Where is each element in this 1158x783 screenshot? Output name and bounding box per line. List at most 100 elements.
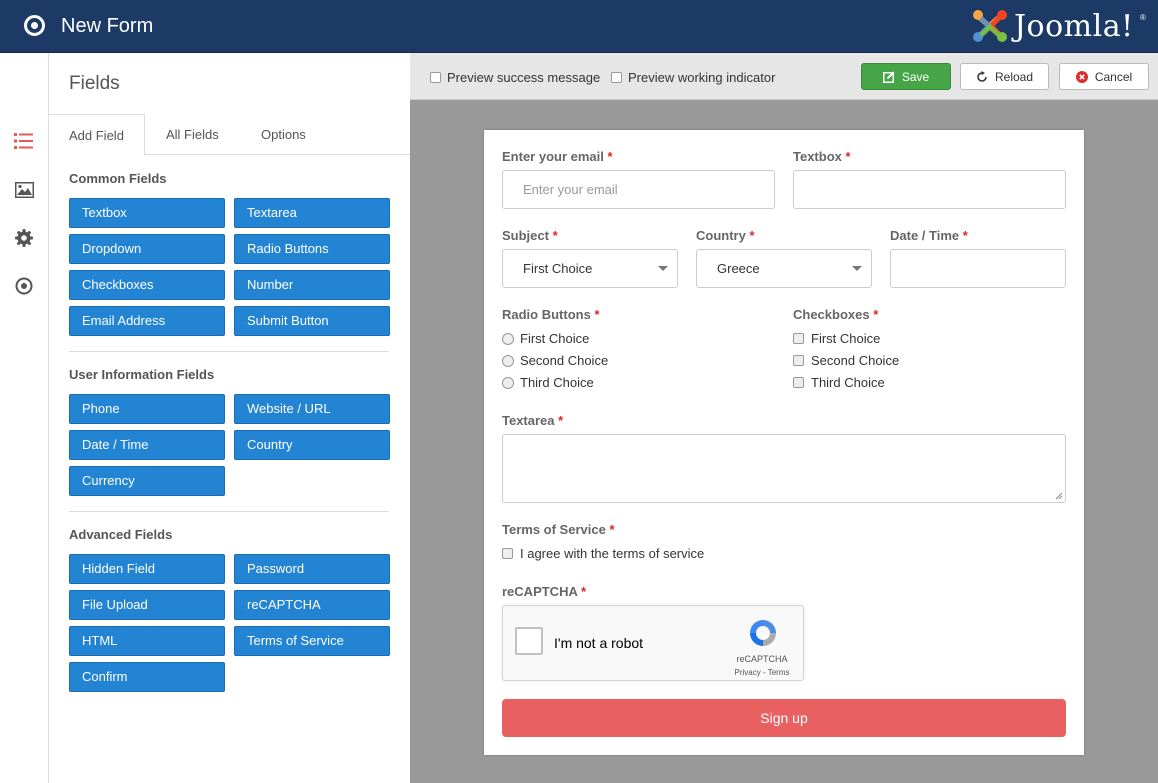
gear-icon[interactable]: [14, 228, 34, 248]
add-email-address-button[interactable]: Email Address: [69, 306, 225, 336]
edit-icon: [882, 71, 895, 83]
tos-label: Terms of Service *: [502, 522, 615, 537]
user-info-fields-title: User Information Fields: [69, 367, 215, 382]
panel-tabs: Add Field All Fields Options: [49, 114, 410, 156]
registered-mark: ®: [1140, 13, 1146, 22]
country-select[interactable]: Greece: [696, 249, 872, 288]
checkbox[interactable]: [793, 355, 804, 366]
save-label: Save: [901, 69, 930, 84]
subject-label: Subject *: [502, 228, 558, 243]
tab-all-fields[interactable]: All Fields: [146, 114, 239, 155]
textarea-label: Textarea *: [502, 413, 564, 428]
checkbox[interactable]: [793, 333, 804, 344]
form-canvas: Preview success message Preview working …: [410, 53, 1158, 783]
preview-working-toggle[interactable]: Preview working indicator: [611, 70, 775, 85]
preview-toolbar: Preview success message Preview working …: [410, 53, 1158, 100]
add-date-time-button[interactable]: Date / Time: [69, 430, 225, 460]
add-hidden-field-button[interactable]: Hidden Field: [69, 554, 225, 584]
add-website-url-button[interactable]: Website / URL: [234, 394, 390, 424]
email-label: Enter your email *: [502, 149, 613, 164]
recaptcha-label: reCAPTCHA *: [502, 584, 587, 599]
resize-handle-icon[interactable]: [1055, 492, 1063, 500]
preview-success-label: Preview success message: [447, 70, 601, 85]
radio-buttons-label: Radio Buttons *: [502, 307, 600, 322]
checkboxes-label: Checkboxes *: [793, 307, 879, 322]
page-title: New Form: [61, 15, 154, 37]
recaptcha-checkbox[interactable]: [515, 627, 543, 655]
chevron-down-icon: [852, 266, 862, 271]
add-checkboxes-button[interactable]: Checkboxes: [69, 270, 225, 300]
add-file-upload-button[interactable]: File Upload: [69, 590, 225, 620]
target-logo-icon: [24, 15, 45, 36]
refresh-icon: [977, 70, 987, 82]
datetime-input[interactable]: [890, 249, 1066, 288]
tab-add-field[interactable]: Add Field: [49, 114, 145, 156]
add-dropdown-button[interactable]: Dropdown: [69, 234, 225, 264]
recaptcha-links[interactable]: Privacy - Terms: [727, 668, 797, 677]
close-circle-icon: [1075, 70, 1088, 83]
checkbox[interactable]: [611, 72, 622, 83]
fields-panel: Fields Add Field All Fields Options Comm…: [49, 53, 410, 783]
recaptcha-widget: I'm not a robot reCAPTCHA Privacy - Term…: [502, 605, 804, 681]
reload-label: Reload: [994, 69, 1034, 84]
add-textbox-button[interactable]: Textbox: [69, 198, 225, 228]
joomla-wordmark: Joomla!: [1014, 9, 1134, 44]
checkbox[interactable]: [793, 377, 804, 388]
radio[interactable]: [502, 376, 514, 389]
form-preview: Enter your email * Enter your email Text…: [484, 130, 1084, 755]
add-recaptcha-button[interactable]: reCAPTCHA: [234, 590, 390, 620]
add-phone-button[interactable]: Phone: [69, 394, 225, 424]
add-textarea-button[interactable]: Textarea: [234, 198, 390, 228]
tab-options[interactable]: Options: [241, 114, 326, 155]
checkbox[interactable]: [502, 548, 513, 559]
recaptcha-brand: reCAPTCHA: [736, 654, 788, 664]
joomla-mark-icon: [973, 10, 1007, 42]
add-submit-button-button[interactable]: Submit Button: [234, 306, 390, 336]
recaptcha-logo-icon: [750, 620, 776, 646]
preview-success-toggle[interactable]: Preview success message: [430, 70, 600, 85]
advanced-fields-title: Advanced Fields: [69, 527, 173, 542]
datetime-label: Date / Time *: [890, 228, 968, 243]
checkbox[interactable]: [430, 72, 441, 83]
add-password-button[interactable]: Password: [234, 554, 390, 584]
add-number-button[interactable]: Number: [234, 270, 390, 300]
section-divider: [69, 351, 389, 352]
checkbox-option[interactable]: Second Choice: [793, 353, 899, 368]
section-divider: [69, 511, 389, 512]
cancel-button[interactable]: Cancel: [1059, 63, 1149, 90]
panel-title: Fields: [69, 73, 120, 94]
add-confirm-button[interactable]: Confirm: [69, 662, 225, 692]
radio-option[interactable]: Third Choice: [502, 375, 594, 390]
radio-option[interactable]: Second Choice: [502, 353, 608, 368]
textbox-label: Textbox *: [793, 149, 851, 164]
fields-list-icon[interactable]: [14, 131, 34, 151]
target-icon[interactable]: [14, 276, 34, 296]
tos-checkbox-option[interactable]: I agree with the terms of service: [502, 546, 704, 561]
joomla-logo: Joomla! ®: [970, 7, 1150, 47]
common-fields-title: Common Fields: [69, 171, 167, 186]
subject-select[interactable]: First Choice: [502, 249, 678, 288]
add-html-button[interactable]: HTML: [69, 626, 225, 656]
image-icon[interactable]: [14, 180, 34, 200]
reload-button[interactable]: Reload: [960, 63, 1049, 90]
checkbox-option[interactable]: Third Choice: [793, 375, 885, 390]
add-radio-buttons-button[interactable]: Radio Buttons: [234, 234, 390, 264]
cancel-label: Cancel: [1094, 69, 1133, 84]
preview-working-label: Preview working indicator: [628, 70, 776, 85]
radio-option[interactable]: First Choice: [502, 331, 589, 346]
save-button[interactable]: Save: [861, 63, 951, 90]
app-header: New Form Joomla! ®: [0, 0, 1158, 53]
side-rail: [0, 53, 49, 783]
checkbox-option[interactable]: First Choice: [793, 331, 880, 346]
textbox-input[interactable]: [793, 170, 1066, 209]
radio[interactable]: [502, 354, 514, 367]
email-input[interactable]: Enter your email: [502, 170, 775, 209]
radio[interactable]: [502, 332, 514, 345]
add-country-button[interactable]: Country: [234, 430, 390, 460]
sign-up-button[interactable]: Sign up: [502, 699, 1066, 737]
add-currency-button[interactable]: Currency: [69, 466, 225, 496]
recaptcha-text: I'm not a robot: [554, 635, 644, 651]
chevron-down-icon: [658, 266, 668, 271]
add-terms-of-service-button[interactable]: Terms of Service: [234, 626, 390, 656]
textarea-input[interactable]: [502, 434, 1066, 503]
